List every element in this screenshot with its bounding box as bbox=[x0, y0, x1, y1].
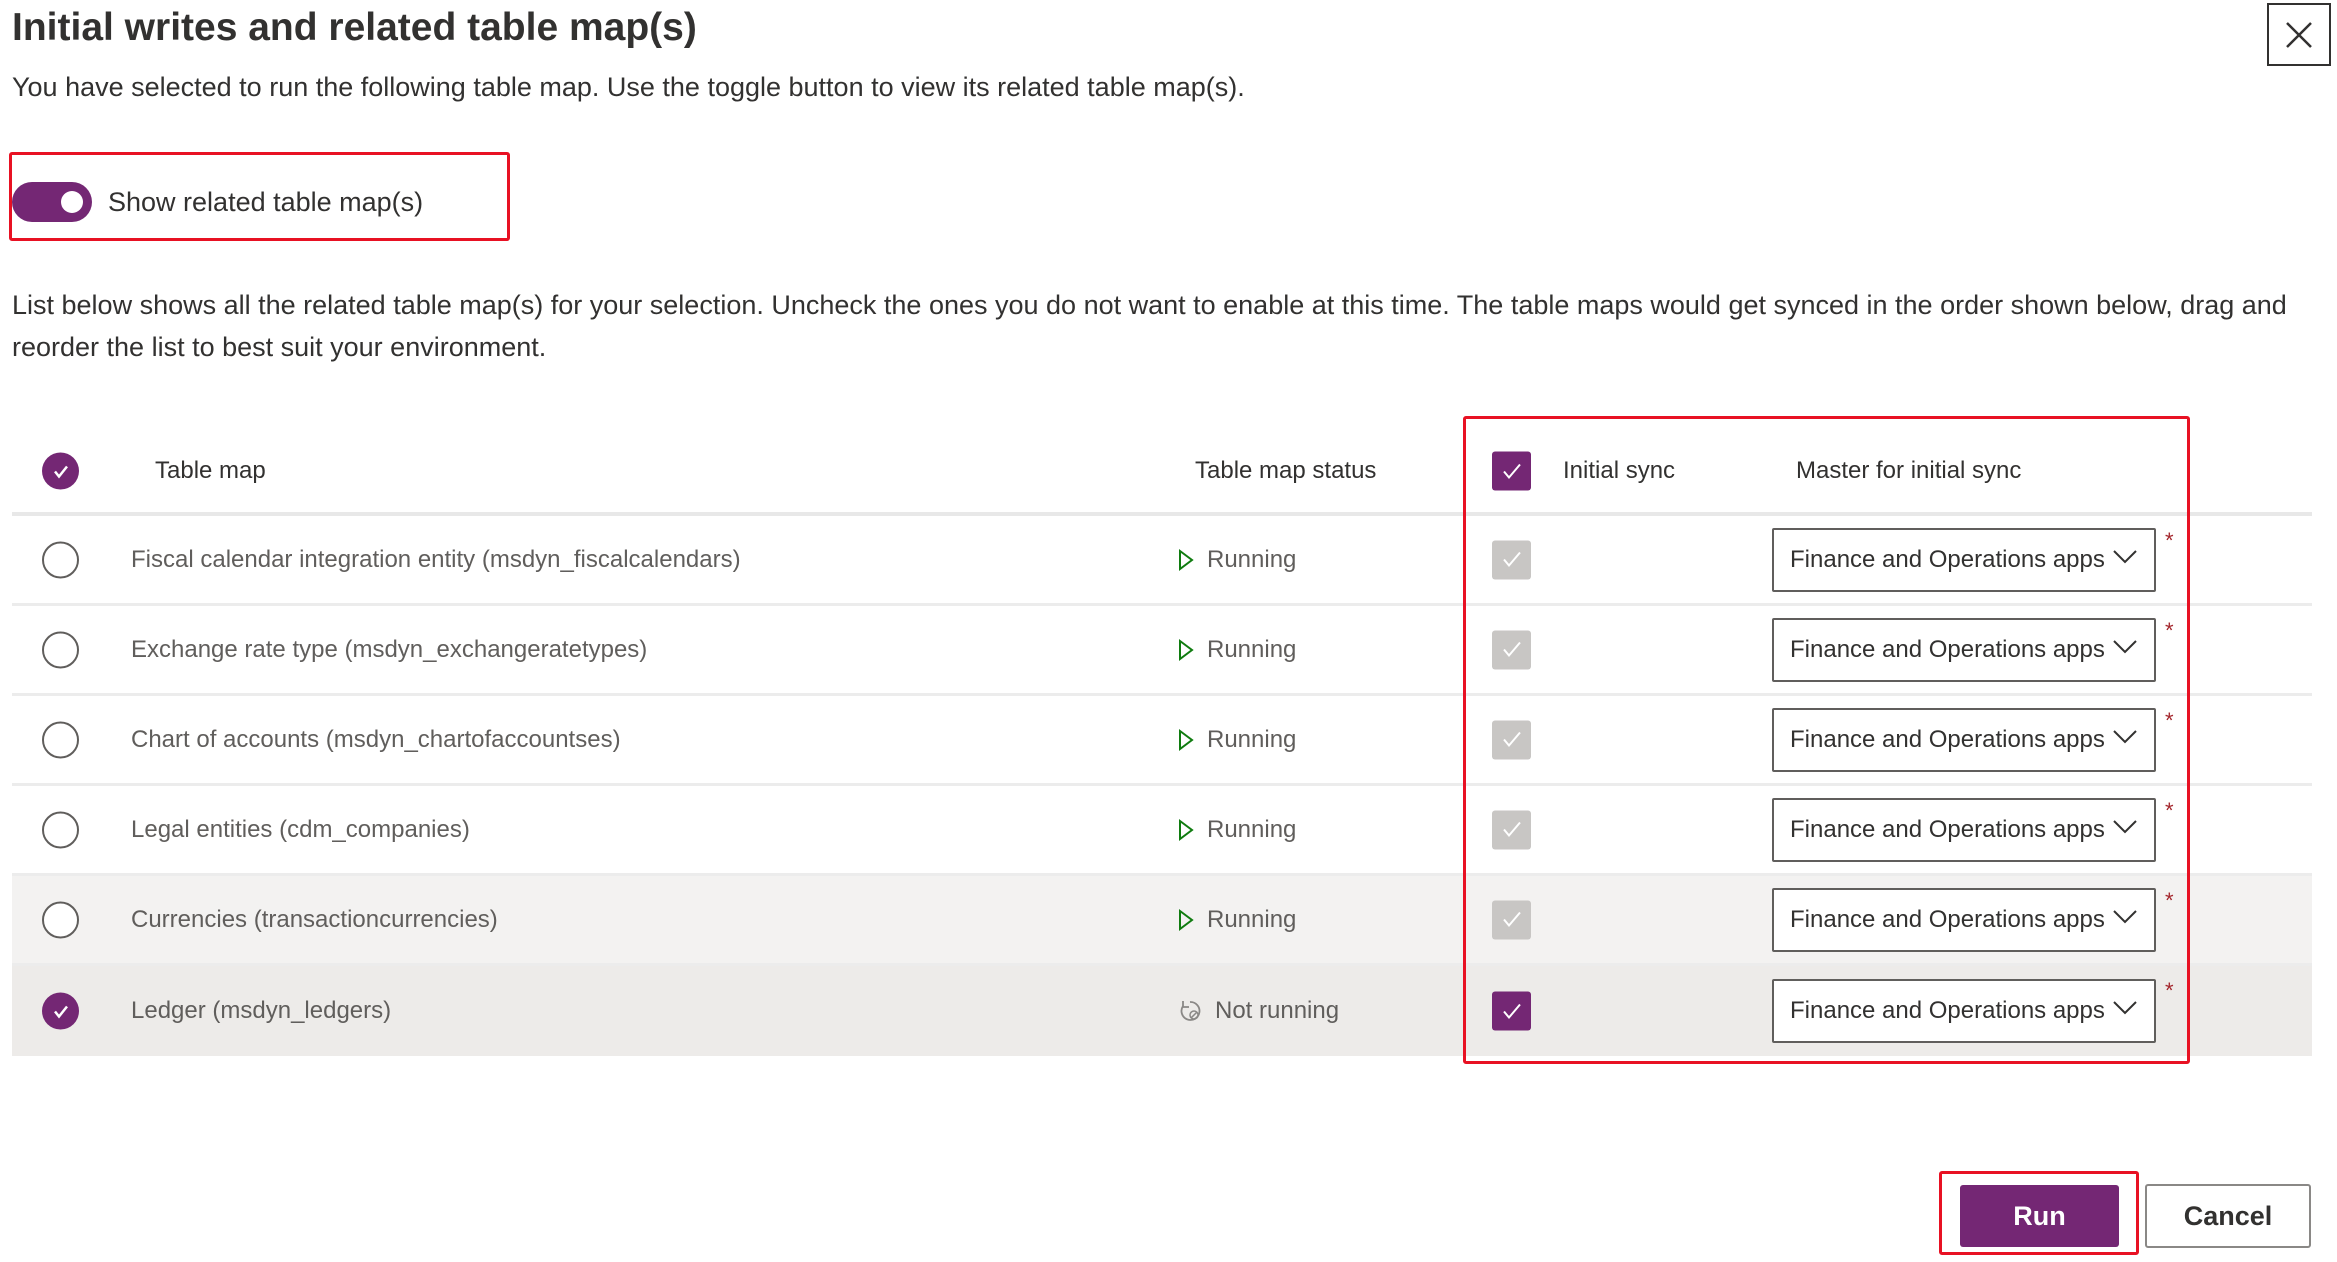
row-select-checkbox[interactable] bbox=[42, 631, 79, 668]
status: Running bbox=[1177, 726, 1296, 754]
status: Running bbox=[1177, 546, 1296, 574]
toggle-label: Show related table map(s) bbox=[108, 187, 424, 217]
select-all-checkbox[interactable] bbox=[42, 452, 79, 490]
run-button[interactable]: Run bbox=[1960, 1185, 2119, 1247]
status-text: Running bbox=[1207, 545, 1297, 573]
close-icon bbox=[2286, 21, 2312, 48]
status-text: Not running bbox=[1215, 997, 1340, 1024]
description: List below shows all the related table m… bbox=[12, 290, 2287, 362]
row-select-checkbox[interactable] bbox=[42, 992, 79, 1030]
row-select-checkbox[interactable] bbox=[42, 811, 79, 848]
play-icon bbox=[1179, 908, 1194, 931]
check-icon bbox=[53, 1005, 68, 1019]
table-map-name: Fiscal calendar integration entity (msdy… bbox=[131, 545, 741, 573]
status-text: Running bbox=[1207, 905, 1297, 933]
status: Running bbox=[1177, 906, 1296, 934]
play-icon bbox=[1179, 638, 1194, 661]
not-running-icon bbox=[1180, 1001, 1201, 1021]
status-text: Running bbox=[1207, 815, 1297, 843]
table-map-name: Chart of accounts (msdyn_chartofaccounts… bbox=[131, 725, 621, 753]
dialog-subtitle: You have selected to run the following t… bbox=[12, 72, 1245, 102]
status: Running bbox=[1177, 816, 1296, 844]
table-map-name: Legal entities (cdm_companies) bbox=[131, 815, 470, 843]
header-table-map: Table map bbox=[155, 457, 266, 484]
table-map-name: Exchange rate type (msdyn_exchangeratety… bbox=[131, 635, 648, 663]
status: Running bbox=[1177, 636, 1296, 664]
status: Not running bbox=[1177, 997, 1339, 1025]
sync-columns-highlight bbox=[1463, 416, 2190, 1064]
row-select-checkbox[interactable] bbox=[42, 541, 79, 578]
table-map-name: Currencies (transactioncurrencies) bbox=[131, 905, 498, 933]
play-icon bbox=[1179, 818, 1194, 841]
cancel-button[interactable]: Cancel bbox=[2145, 1184, 2311, 1248]
show-related-toggle[interactable] bbox=[12, 182, 92, 222]
dialog-title: Initial writes and related table map(s) bbox=[12, 6, 697, 49]
row-select-checkbox[interactable] bbox=[42, 901, 79, 938]
table-map-name: Ledger (msdyn_ledgers) bbox=[131, 997, 392, 1024]
check-icon bbox=[53, 465, 68, 479]
play-icon bbox=[1179, 548, 1194, 571]
status-text: Running bbox=[1207, 725, 1297, 753]
header-status: Table map status bbox=[1195, 457, 1377, 484]
close-button[interactable] bbox=[2267, 3, 2331, 66]
row-select-checkbox[interactable] bbox=[42, 721, 79, 758]
status-text: Running bbox=[1207, 635, 1297, 663]
play-icon bbox=[1179, 728, 1194, 751]
